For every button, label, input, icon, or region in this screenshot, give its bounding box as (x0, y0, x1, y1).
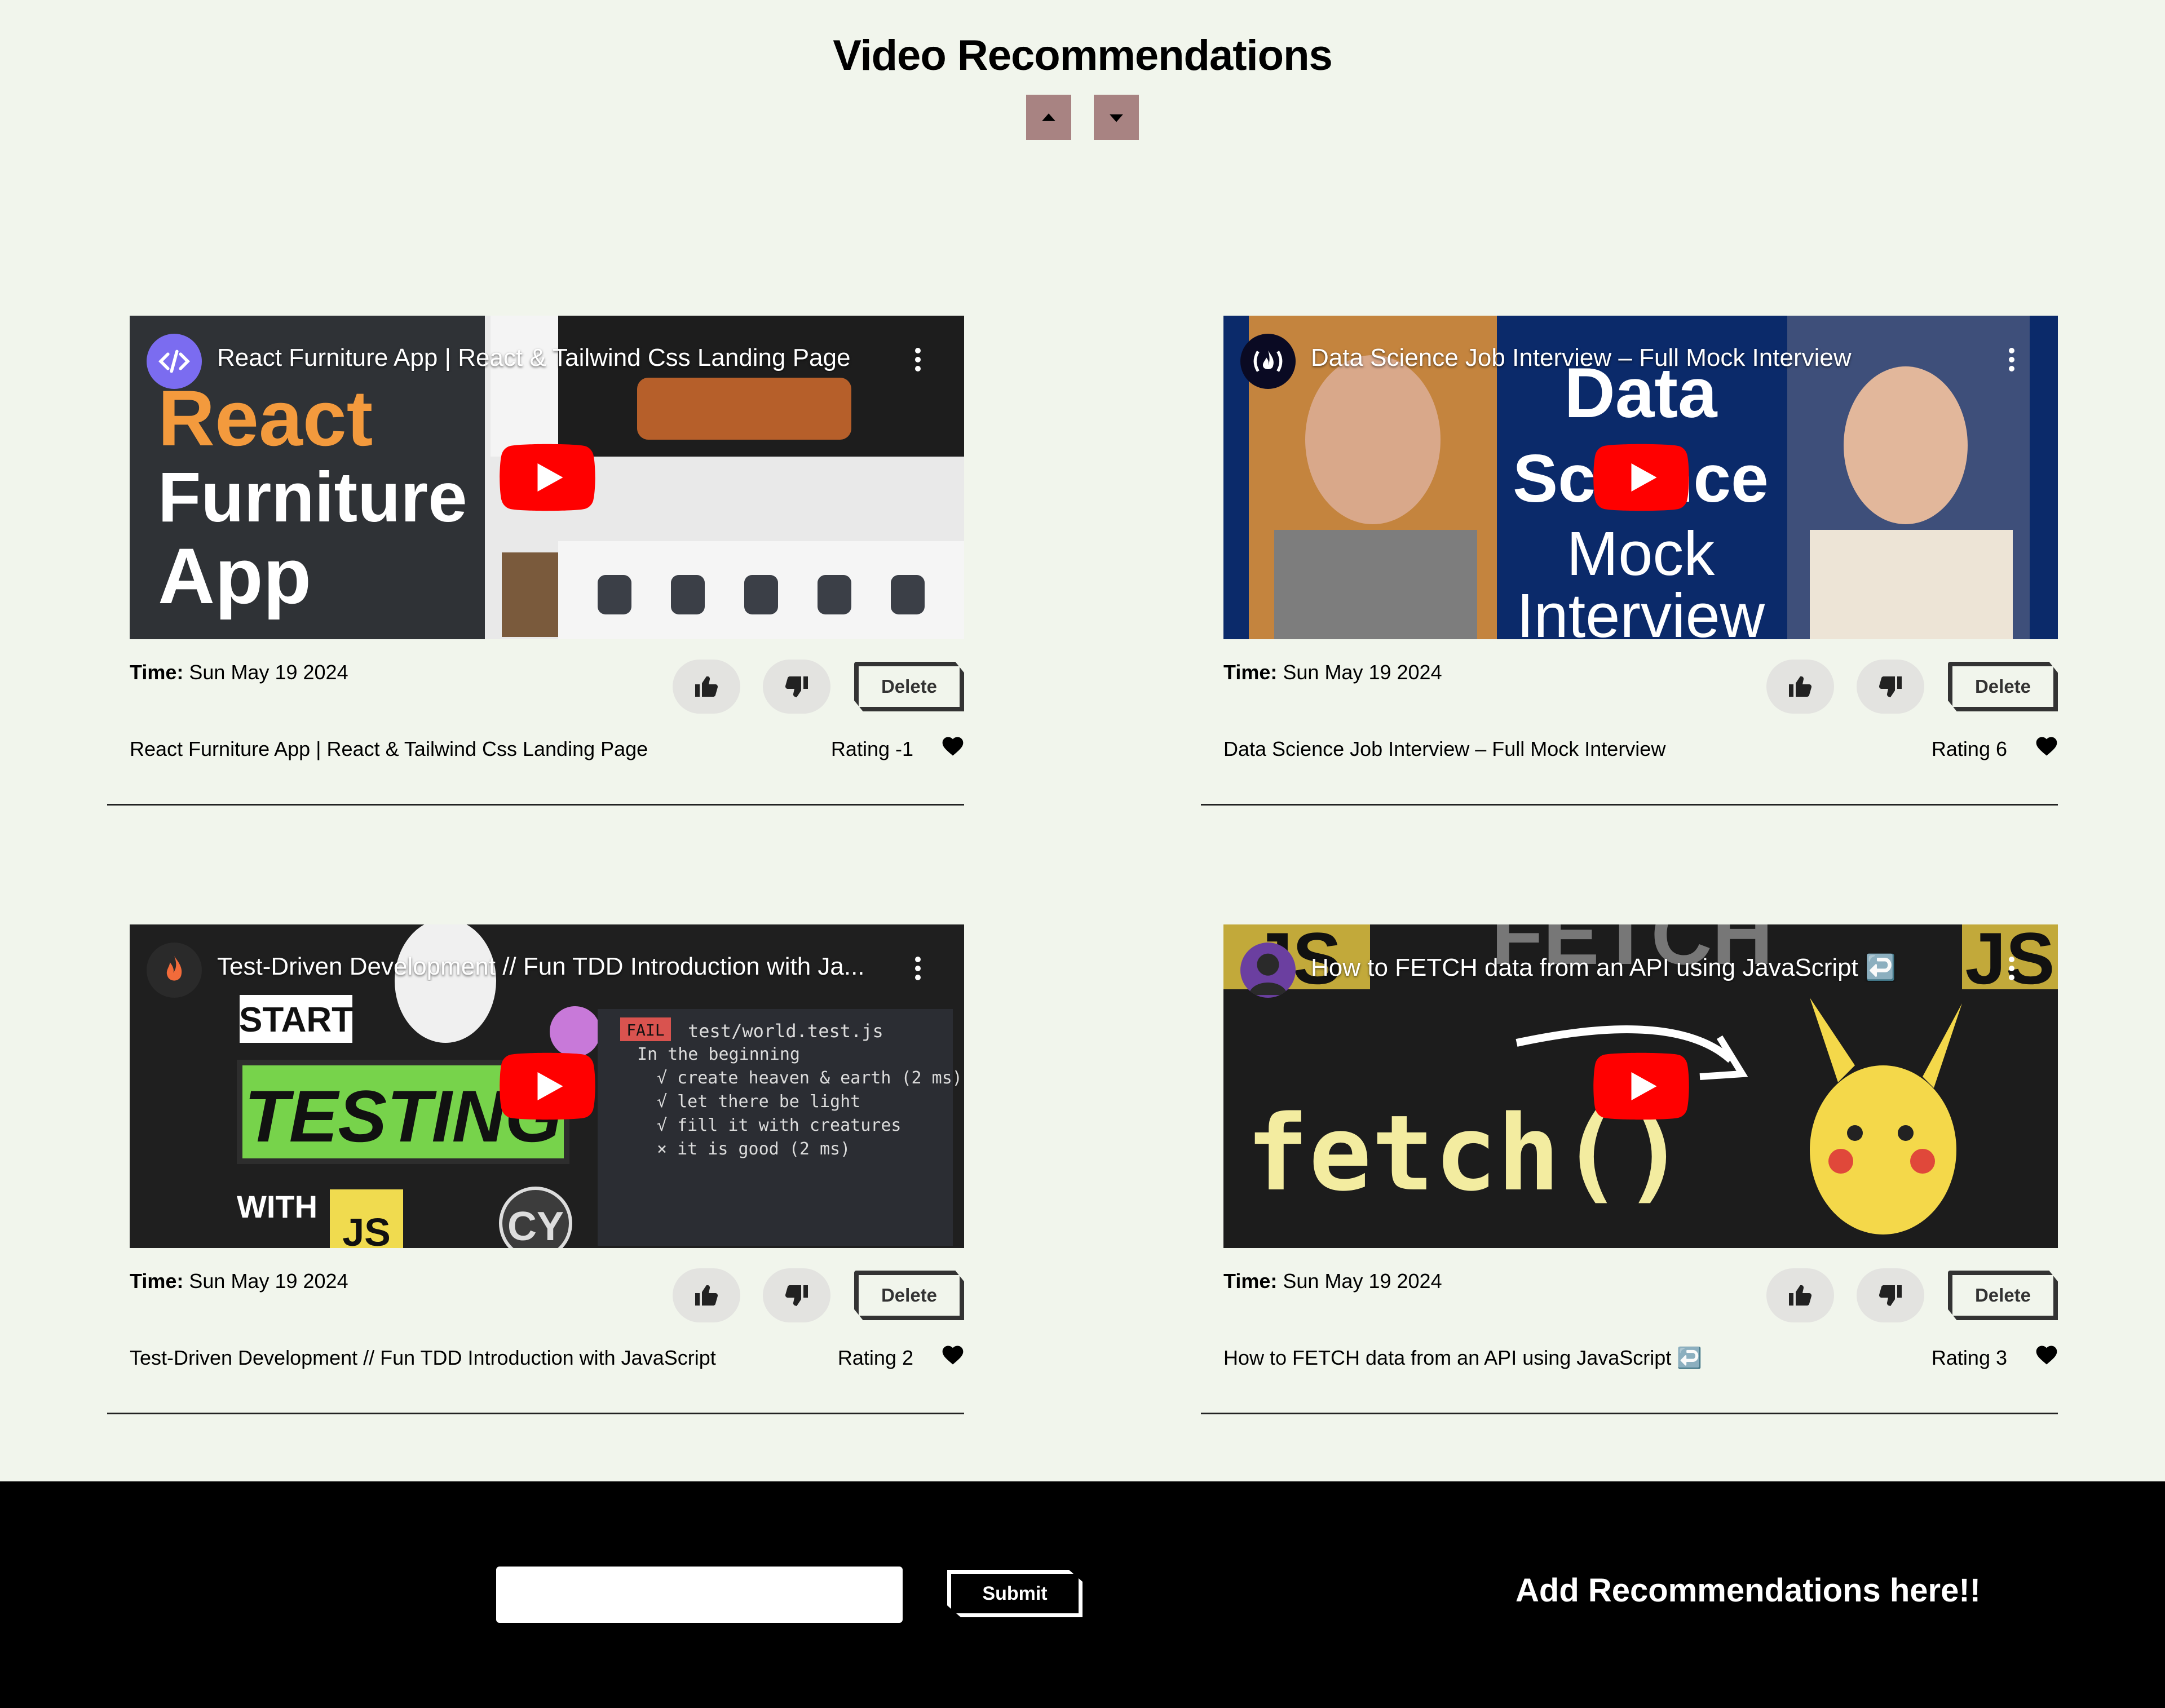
video-embed[interactable]: JS FETCH JS fetch() How to FETCH data fr… (1223, 924, 2058, 1248)
thumb-text-start: START (239, 1001, 353, 1039)
video-embed[interactable]: START TESTING WITH JS CY FAIL test/world… (130, 924, 964, 1248)
video-time: Time: Sun May 19 2024 (130, 1269, 348, 1293)
upvote-button[interactable] (673, 1268, 740, 1322)
embed-video-title[interactable]: How to FETCH data from an API using Java… (1311, 953, 1959, 982)
thumbs-up-icon (1789, 1285, 1812, 1306)
video-card: Data Science Mock Interview Data Science… (1201, 316, 2058, 829)
video-title: Data Science Job Interview – Full Mock I… (1223, 737, 1666, 760)
card-divider (1201, 1413, 2058, 1414)
video-rating: Rating -1 (830, 737, 913, 760)
card-divider (107, 1413, 964, 1414)
downvote-button[interactable] (1857, 1268, 1924, 1322)
footer-heading: Add Recommendations here!! (1516, 1572, 1981, 1609)
caret-down-icon (1110, 114, 1123, 122)
video-card: START TESTING WITH JS CY FAIL test/world… (107, 924, 964, 1437)
thumb-text-interview: Interview (1517, 581, 1765, 639)
downvote-button[interactable] (1857, 660, 1924, 714)
thumbs-down-icon (785, 676, 808, 697)
video-title: Test-Driven Development // Fun TDD Intro… (130, 1346, 716, 1369)
fireship-icon (166, 956, 182, 981)
thumb-text-file: test/world.test.js (688, 1020, 883, 1042)
upvote-button[interactable] (673, 660, 740, 714)
footer: Submit Add Recommendations here!! (0, 1481, 2165, 1708)
thumb-text-fail: FAIL (626, 1021, 664, 1039)
code-icon (158, 349, 190, 373)
thumbs-down-icon (1879, 1285, 1902, 1306)
delete-button[interactable]: Delete (854, 1271, 964, 1320)
recommendation-input[interactable] (496, 1567, 903, 1623)
page-title: Video Recommendations (833, 32, 1333, 79)
heart-icon[interactable] (2034, 734, 2059, 759)
upvote-button[interactable] (1766, 660, 1834, 714)
thumb-text-code-1: In the beginning (637, 1045, 800, 1064)
youtube-play-icon[interactable] (1593, 444, 1689, 511)
video-rating: Rating 6 (1931, 737, 2007, 760)
thumbs-down-icon (1879, 676, 1902, 697)
user-avatar-icon (1248, 953, 1288, 995)
embed-video-title[interactable]: Data Science Job Interview – Full Mock I… (1311, 344, 1959, 372)
thumbs-down-icon (785, 1285, 808, 1306)
video-time: Time: Sun May 19 2024 (130, 661, 348, 684)
channel-avatar[interactable] (1240, 334, 1296, 389)
video-rating: Rating 3 (1931, 1346, 2007, 1369)
delete-button[interactable]: Delete (1948, 662, 2058, 711)
thumbs-up-icon (1789, 676, 1812, 697)
delete-button[interactable]: Delete (854, 662, 964, 711)
channel-avatar[interactable] (147, 334, 202, 389)
more-vert-icon[interactable] (914, 955, 922, 981)
embed-video-title[interactable]: React Furniture App | React & Tailwind C… (217, 344, 865, 372)
thumb-text-mock: Mock (1567, 519, 1716, 588)
video-card: JS FETCH JS fetch() How to FETCH data fr… (1201, 924, 2058, 1437)
sort-down-button[interactable] (1094, 95, 1139, 140)
video-title: How to FETCH data from an API using Java… (1223, 1346, 1703, 1369)
submit-button[interactable]: Submit (947, 1570, 1082, 1617)
embed-video-title[interactable]: Test-Driven Development // Fun TDD Intro… (217, 953, 865, 981)
card-divider (1201, 804, 2058, 806)
card-divider (107, 804, 964, 806)
thumb-text-app: App (158, 532, 311, 620)
channel-avatar[interactable] (147, 943, 202, 998)
video-card: React Furniture App React Furniture App … (107, 316, 964, 829)
heart-icon[interactable] (940, 1343, 965, 1368)
downvote-button[interactable] (763, 660, 830, 714)
video-rating: Rating 2 (837, 1346, 913, 1369)
video-time: Time: Sun May 19 2024 (1223, 1269, 1442, 1293)
thumb-text-react: React (158, 374, 373, 462)
downvote-button[interactable] (763, 1268, 830, 1322)
freecodecamp-icon (1253, 350, 1283, 372)
video-title: React Furniture App | React & Tailwind C… (130, 737, 648, 760)
upvote-button[interactable] (1766, 1268, 1834, 1322)
youtube-play-icon[interactable] (1593, 1052, 1689, 1120)
more-vert-icon[interactable] (2008, 955, 2016, 981)
thumb-text-with: WITH (237, 1189, 317, 1224)
delete-button[interactable]: Delete (1948, 1271, 2058, 1320)
thumb-text-furniture: Furniture (158, 458, 467, 537)
video-embed[interactable]: Data Science Mock Interview Data Science… (1223, 316, 2058, 639)
more-vert-icon[interactable] (2008, 347, 2016, 373)
video-embed[interactable]: React Furniture App React Furniture App … (130, 316, 964, 639)
thumb-text-js: JS (342, 1210, 391, 1248)
caret-up-icon (1042, 113, 1055, 121)
thumbs-up-icon (695, 676, 718, 697)
thumbs-up-icon (695, 1285, 718, 1306)
heart-icon[interactable] (2034, 1343, 2059, 1368)
youtube-play-icon[interactable] (500, 1052, 595, 1120)
heart-icon[interactable] (940, 734, 965, 759)
thumb-text-code-4: √ fill it with creatures (657, 1116, 901, 1135)
thumb-text-code-5: × it is good (2 ms) (657, 1139, 850, 1159)
thumb-text-code-2: √ create heaven & earth (2 ms) (657, 1068, 962, 1088)
thumb-text-code-3: √ let there be light (657, 1092, 860, 1112)
youtube-play-icon[interactable] (500, 444, 595, 511)
thumb-text-cy: CY (507, 1204, 564, 1248)
more-vert-icon[interactable] (914, 347, 922, 373)
sort-up-button[interactable] (1026, 95, 1071, 140)
channel-avatar[interactable] (1240, 943, 1296, 998)
video-time: Time: Sun May 19 2024 (1223, 661, 1442, 684)
